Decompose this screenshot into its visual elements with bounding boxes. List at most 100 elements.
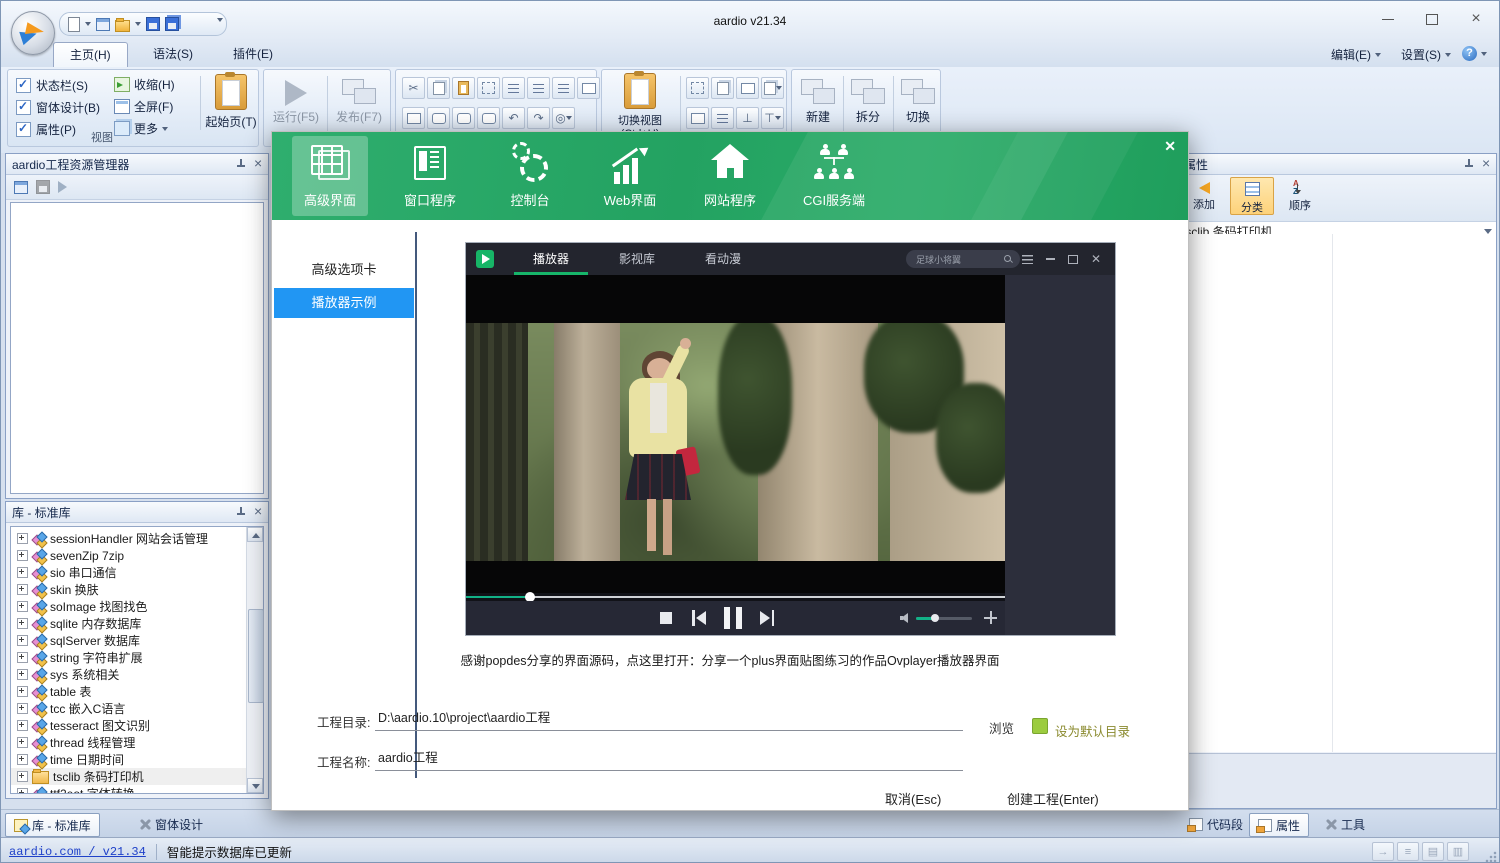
dialog-button[interactable] xyxy=(686,107,709,129)
scrollbar-thumb[interactable] xyxy=(248,609,264,703)
player-search-input[interactable] xyxy=(914,253,998,265)
format-button[interactable] xyxy=(577,77,600,99)
bubble-remove-button[interactable] xyxy=(477,107,500,129)
minimize-button[interactable] xyxy=(1373,9,1403,29)
button-run[interactable]: 运行(F5) xyxy=(268,76,324,125)
tab-syntax[interactable]: 语法(S) xyxy=(137,42,209,67)
player-maximize-icon[interactable] xyxy=(1068,255,1078,264)
cut-button[interactable]: ✂ xyxy=(402,77,425,99)
nav-window-app[interactable]: 窗口程序 xyxy=(392,136,468,216)
project-run-icon[interactable] xyxy=(58,181,67,193)
book-icon[interactable]: ▤ xyxy=(1422,842,1444,861)
dialog-close-icon[interactable]: ✕ xyxy=(1164,138,1176,155)
layout-button[interactable] xyxy=(736,77,759,99)
tree-expander-icon[interactable] xyxy=(17,754,28,765)
project-name-input[interactable] xyxy=(376,748,920,764)
checkbox-statusbar[interactable]: 状态栏(S) xyxy=(16,77,88,94)
nav-website-app[interactable]: 网站程序 xyxy=(692,136,768,216)
nav-console[interactable]: 控制台 xyxy=(492,136,568,216)
anchor-h-button[interactable]: ⊤ xyxy=(761,107,784,129)
library-item[interactable]: ttf2eot 字体转换 xyxy=(11,785,263,794)
next-icon[interactable] xyxy=(760,610,774,626)
button-toggle-window[interactable]: 切换 xyxy=(896,76,940,139)
library-item[interactable]: time 日期时间 xyxy=(11,751,263,768)
library-scrollbar[interactable] xyxy=(246,527,263,793)
save-icon[interactable] xyxy=(146,17,160,31)
player-minimize-icon[interactable] xyxy=(1046,258,1055,260)
doc-icon[interactable]: ▥ xyxy=(1447,842,1469,861)
player-search-box[interactable] xyxy=(906,250,1020,268)
sidebar-item-advanced-tab[interactable]: 高级选项卡 xyxy=(274,255,414,285)
nav-advanced-ui[interactable]: 高级界面 xyxy=(292,136,368,216)
maximize-button[interactable] xyxy=(1417,9,1447,29)
aardio-logo[interactable] xyxy=(11,11,55,55)
aardio-site-link[interactable]: aardio.com / v21.34 xyxy=(9,845,146,859)
button-switch-view[interactable]: 切换视图 (Ctrl+U) xyxy=(608,73,672,140)
create-project-button[interactable]: 创建工程(Enter) xyxy=(1007,789,1099,808)
resize-grip[interactable] xyxy=(1485,851,1497,863)
close-panel-icon[interactable] xyxy=(254,159,264,169)
button-fullscreen[interactable]: 全屏(F) xyxy=(114,98,173,115)
grid-button[interactable] xyxy=(711,107,734,129)
fullscreen-move-icon[interactable] xyxy=(984,611,997,624)
library-item[interactable]: sys 系统相关 xyxy=(11,666,263,683)
button-split[interactable]: 拆分 xyxy=(846,76,890,139)
library-item[interactable]: tesseract 图文识别 xyxy=(11,717,263,734)
bubble-right-button[interactable] xyxy=(427,107,450,129)
tree-expander-icon[interactable] xyxy=(17,669,28,680)
tab-tools[interactable]: 工具 xyxy=(1317,813,1373,835)
library-item[interactable]: sqlServer 数据库 xyxy=(11,632,263,649)
library-item[interactable]: sevenZip 7zip xyxy=(11,547,263,564)
credit-note[interactable]: 感谢popdes分享的界面源码，点这里打开：分享一个plus界面贴图练习的作品O… xyxy=(272,650,1188,669)
player-close-icon[interactable]: ✕ xyxy=(1091,254,1101,264)
scroll-down-icon[interactable] xyxy=(247,778,263,793)
stop-icon[interactable] xyxy=(660,612,672,624)
library-item[interactable]: thread 线程管理 xyxy=(11,734,263,751)
align-button[interactable] xyxy=(552,77,575,99)
goto-icon[interactable]: → xyxy=(1372,842,1394,861)
volume-handle[interactable] xyxy=(931,614,939,622)
search-icon[interactable] xyxy=(1004,255,1012,263)
tree-expander-icon[interactable] xyxy=(17,601,28,612)
select-button[interactable] xyxy=(477,77,500,99)
default-dir-label[interactable]: 设为默认目录 xyxy=(1055,721,1130,740)
button-new-window[interactable]: 新建 xyxy=(796,76,840,125)
close-panel-icon[interactable] xyxy=(254,507,264,517)
tab-home[interactable]: 主页(H) xyxy=(53,42,128,68)
checkbox-form-design[interactable]: 窗体设计(B) xyxy=(16,99,100,116)
tree-expander-icon[interactable] xyxy=(17,720,28,731)
close-button[interactable] xyxy=(1461,9,1491,29)
tab-snippets[interactable]: 代码段 xyxy=(1181,813,1251,835)
search-button[interactable]: ◎ xyxy=(552,107,575,129)
redo-button[interactable]: ↷ xyxy=(527,107,550,129)
menu-settings[interactable]: 设置(S) xyxy=(1401,46,1451,63)
tree-expander-icon[interactable] xyxy=(17,771,28,782)
tree-expander-icon[interactable] xyxy=(17,686,28,697)
pin-icon[interactable] xyxy=(1464,159,1474,169)
player-tab-movies[interactable]: 影视库 xyxy=(594,243,680,275)
tab-library[interactable]: 库 - 标准库 xyxy=(5,813,100,837)
image-editor-button[interactable] xyxy=(711,77,734,99)
library-item[interactable]: string 字符串扩展 xyxy=(11,649,263,666)
library-item[interactable]: sio 串口通信 xyxy=(11,564,263,581)
project-new-icon[interactable] xyxy=(14,181,28,194)
project-tree[interactable] xyxy=(10,202,264,494)
sidebar-item-player-example[interactable]: 播放器示例 xyxy=(274,288,414,318)
open-file-icon[interactable] xyxy=(115,20,130,32)
tree-expander-icon[interactable] xyxy=(17,703,28,714)
button-collapse[interactable]: 收缩(H) xyxy=(114,76,175,93)
indent-button[interactable] xyxy=(502,77,525,99)
copy-button[interactable] xyxy=(427,77,450,99)
player-tab-anime[interactable]: 看动漫 xyxy=(680,243,766,275)
paste-button[interactable] xyxy=(452,77,475,99)
progress-track[interactable] xyxy=(466,596,1005,598)
tree-expander-icon[interactable] xyxy=(17,788,28,794)
tree-expander-icon[interactable] xyxy=(17,635,28,646)
button-publish[interactable]: 发布(F7) xyxy=(330,76,388,125)
anchor-v-button[interactable]: ⊥ xyxy=(736,107,759,129)
project-save-icon[interactable] xyxy=(36,180,50,194)
library-item-tsclib[interactable]: tsclib 条码打印机 xyxy=(11,768,263,785)
tree-expander-icon[interactable] xyxy=(17,652,28,663)
tree-expander-icon[interactable] xyxy=(17,737,28,748)
layers-button[interactable] xyxy=(761,77,784,99)
